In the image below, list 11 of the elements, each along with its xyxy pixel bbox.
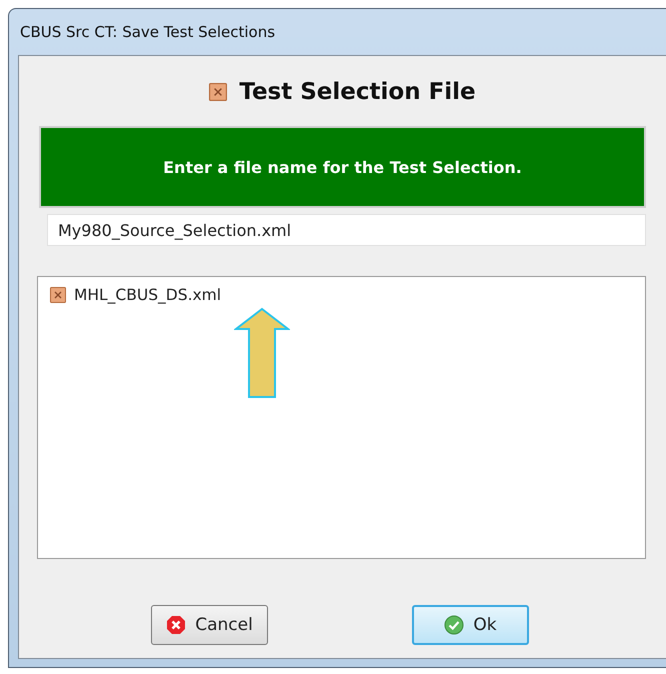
- file-item[interactable]: MHL_CBUS_DS.xml: [48, 285, 224, 305]
- cancel-button[interactable]: Cancel: [151, 605, 268, 645]
- instruction-banner: Enter a file name for the Test Selection.: [39, 126, 646, 208]
- ok-button[interactable]: Ok: [412, 605, 529, 645]
- file-icon: [50, 287, 66, 303]
- dialog-heading: Test Selection File: [239, 79, 476, 105]
- filename-field[interactable]: My980_Source_Selection.xml: [47, 214, 646, 246]
- window-title: CBUS Src CT: Save Test Selections: [20, 23, 276, 41]
- checkmark-icon: [444, 615, 464, 635]
- heading-icon: [209, 83, 228, 101]
- cancel-icon: [166, 615, 186, 635]
